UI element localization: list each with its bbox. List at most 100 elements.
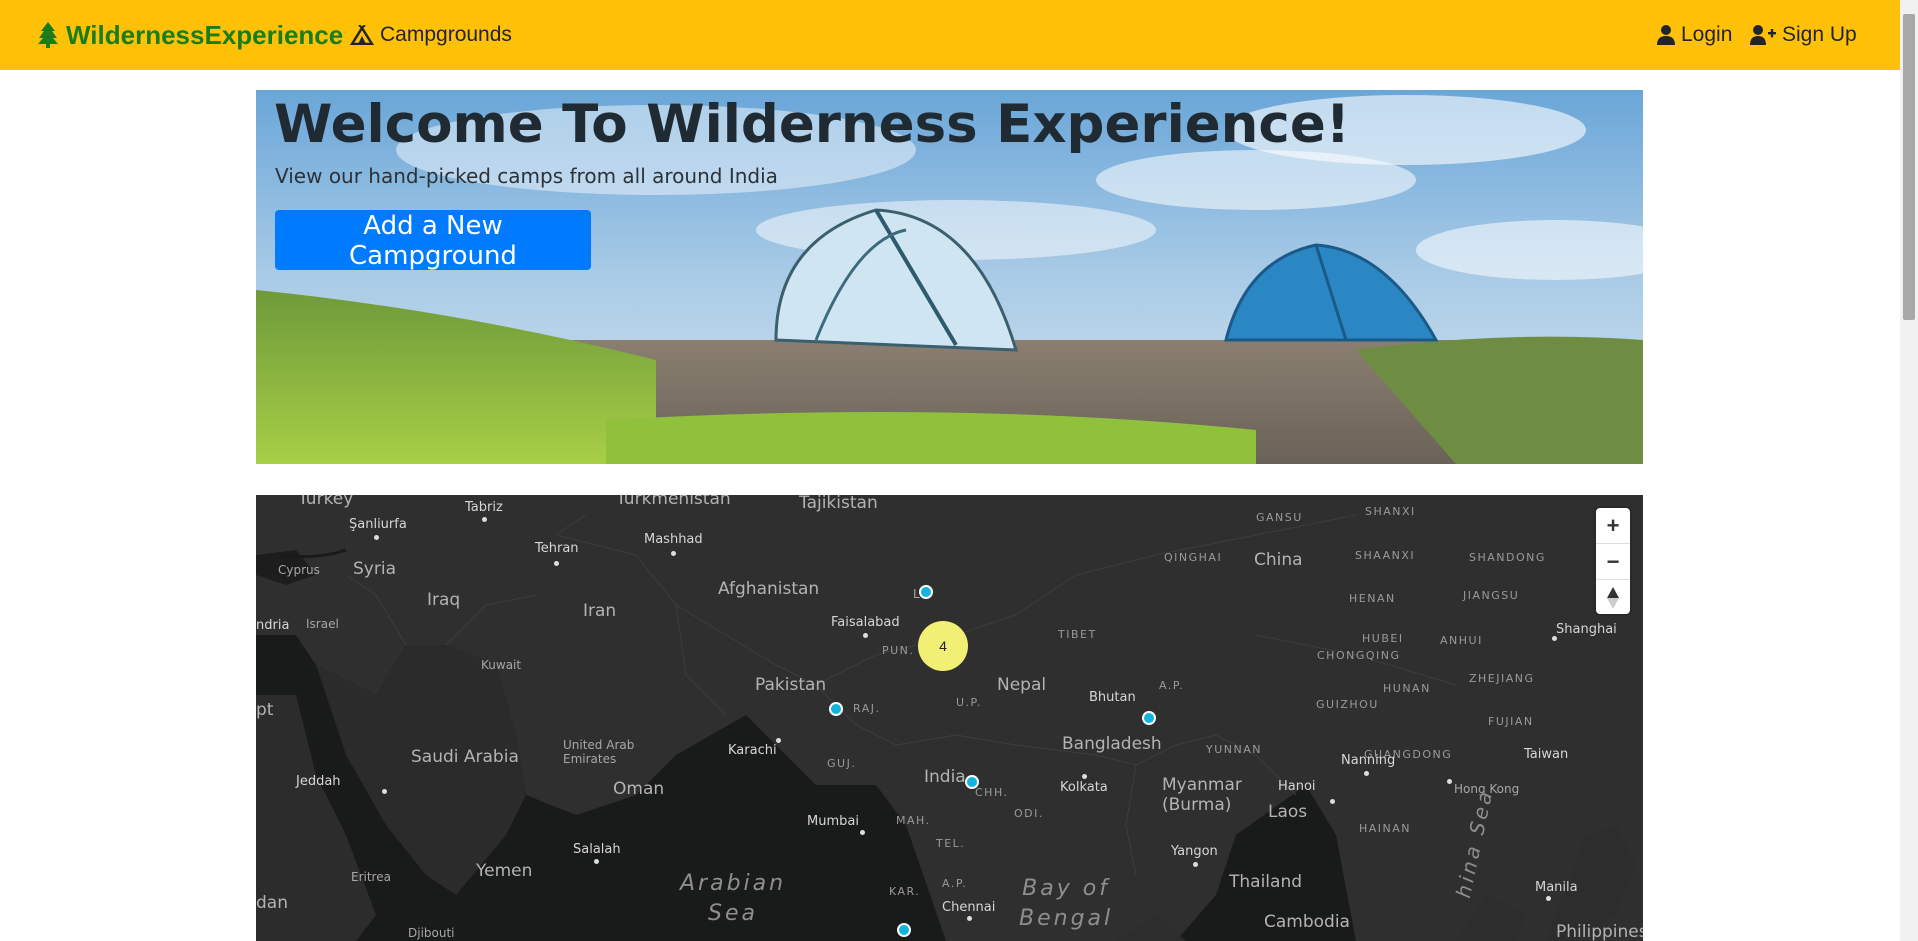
map-label-iran: Iran <box>583 601 617 621</box>
map-label-fujian: FUJIAN <box>1488 715 1534 728</box>
city-dot-mashhad <box>671 551 676 556</box>
map-label-qinghai: QINGHAI <box>1164 551 1223 564</box>
map-label-chhattisgarh: CHH. <box>975 786 1009 799</box>
hero-subtitle: View our hand-picked camps from all arou… <box>275 164 778 188</box>
zoom-out-button[interactable]: − <box>1596 544 1630 580</box>
map-label-arunachal: A.P. <box>1159 679 1185 692</box>
page-scrollbar[interactable] <box>1900 0 1918 941</box>
map-label-bhutan: Bhutan <box>1089 690 1136 705</box>
map-label-kuwait: Kuwait <box>481 658 522 672</box>
user-icon <box>1657 25 1675 45</box>
city-dot-hanoi <box>1330 799 1335 804</box>
map-label-djibouti: Djibouti <box>408 926 455 940</box>
map-label-zhejiang: ZHEJIANG <box>1469 672 1535 685</box>
map-land-background <box>256 495 1643 941</box>
compass-button[interactable] <box>1596 580 1630 615</box>
campground-cluster[interactable]: 4 <box>918 621 968 671</box>
map-label-jeddah: Jeddah <box>296 774 341 789</box>
map-label-cambodia: Cambodia <box>1264 912 1350 932</box>
campground-marker[interactable] <box>897 923 911 937</box>
map-label-odisha: ODI. <box>1014 807 1044 820</box>
hero-title: Welcome To Wilderness Experience! <box>274 94 1350 155</box>
city-dot-salalah <box>594 859 599 864</box>
map-label-shandong: SHANDONG <box>1469 551 1546 564</box>
map-label-salalah: Salalah <box>573 842 621 857</box>
map-label-india: India <box>924 767 966 787</box>
map-label-syria: Syria <box>353 559 396 579</box>
city-dot-chennai <box>967 916 972 921</box>
map-label-telangana: TEL. <box>936 837 966 850</box>
city-dot-tehran <box>554 561 559 566</box>
map-label-china: China <box>1254 550 1303 570</box>
map-label-taiwan: Taiwan <box>1524 747 1569 762</box>
campground-icon <box>350 25 374 45</box>
campground-marker[interactable] <box>919 585 933 599</box>
city-dot-shanghai <box>1552 636 1557 641</box>
map-label-uttar-pradesh: U.P. <box>956 696 982 709</box>
map-label-israel: Israel <box>306 617 339 631</box>
map-label-turkmenistan: Turkmenistan <box>616 495 731 509</box>
map-label-pakistan: Pakistan <box>755 675 827 695</box>
map-label-mumbai: Mumbai <box>807 814 859 829</box>
city-dot-faisalabad <box>863 633 868 638</box>
map-label-gujarat: GUJ. <box>827 757 857 770</box>
map-label-myanmar: Myanmar (Burma) <box>1162 775 1242 815</box>
nav-signup-link[interactable]: Sign Up <box>1750 0 1857 70</box>
scrollbar-thumb[interactable] <box>1903 14 1915 320</box>
map-label-egypt: pt <box>256 700 274 720</box>
map-label-hainan: HAINAN <box>1359 822 1412 835</box>
map-label-gansu: GANSU <box>1256 511 1303 524</box>
city-dot-sanliurfa <box>374 535 379 540</box>
map-label-maharashtra: MAH. <box>896 814 931 827</box>
map-label-saudi-arabia: Saudi Arabia <box>411 747 519 767</box>
map-label-cyprus: Cyprus <box>278 563 320 577</box>
city-dot-mumbai <box>860 830 865 835</box>
user-plus-icon <box>1750 25 1776 45</box>
nav-login-label: Login <box>1681 23 1733 46</box>
map-label-tabriz: Tabriz <box>465 500 503 515</box>
city-dot-tabriz <box>482 517 487 522</box>
map-label-faisalabad: Faisalabad <box>831 615 900 630</box>
map-label-shanghai: Shanghai <box>1556 622 1617 637</box>
map-label-yemen: Yemen <box>476 861 533 881</box>
map-label-afghanistan: Afghanistan <box>718 579 820 599</box>
city-dot-kolkata <box>1082 774 1087 779</box>
map-label-rajasthan: RAJ. <box>853 702 881 715</box>
map-label-henan: HENAN <box>1349 592 1396 605</box>
map-label-iraq: Iraq <box>427 590 461 610</box>
city-dot-nanning <box>1364 771 1369 776</box>
campground-marker[interactable] <box>1142 711 1156 725</box>
map-label-tibet: TIBET <box>1058 628 1097 641</box>
map-label-uae: United Arab Emirates <box>563 738 635 766</box>
map-label-anhui: ANHUI <box>1440 634 1483 647</box>
nav-campgrounds-label: Campgrounds <box>380 23 512 46</box>
campground-marker[interactable] <box>965 775 979 789</box>
nav-campgrounds-link[interactable]: Campgrounds <box>350 0 512 70</box>
add-campground-button[interactable]: Add a New Campground <box>275 210 591 271</box>
map-label-chennai: Chennai <box>942 900 996 915</box>
map-label-arabian-sea: Arabian Sea <box>680 871 787 926</box>
nav-signup-label: Sign Up <box>1782 23 1857 46</box>
map-label-tehran: Tehran <box>535 541 579 556</box>
map-label-nepal: Nepal <box>997 675 1047 695</box>
campground-marker[interactable] <box>829 702 843 716</box>
map-label-laos: Laos <box>1268 802 1308 822</box>
tree-icon <box>38 22 58 48</box>
navbar: WildernessExperience Campgrounds Login S… <box>0 0 1900 70</box>
zoom-in-button[interactable]: + <box>1596 508 1630 544</box>
nav-login-link[interactable]: Login <box>1657 0 1732 70</box>
brand-link[interactable]: WildernessExperience <box>38 0 343 70</box>
map-label-bangladesh: Bangladesh <box>1062 734 1162 754</box>
map-navigation-control: + − <box>1596 508 1630 614</box>
compass-icon <box>1607 586 1619 609</box>
map-label-karnataka: KAR. <box>889 885 921 898</box>
map-label-andhra-pradesh: A.P. <box>942 877 968 890</box>
city-dot-jeddah <box>382 789 387 794</box>
map-label-jiangsu: JIANGSU <box>1463 589 1520 602</box>
map-label-oman: Oman <box>613 779 665 799</box>
hero-banner: Welcome To Wilderness Experience! View o… <box>256 90 1643 464</box>
map-label-philippines: Philippines <box>1556 922 1643 941</box>
cluster-map[interactable]: Turkey Tabriz Turkmenistan Tajikistan Şa… <box>256 495 1643 941</box>
map-label-alexandria: ndria <box>256 618 290 633</box>
city-dot-karachi <box>776 738 781 743</box>
